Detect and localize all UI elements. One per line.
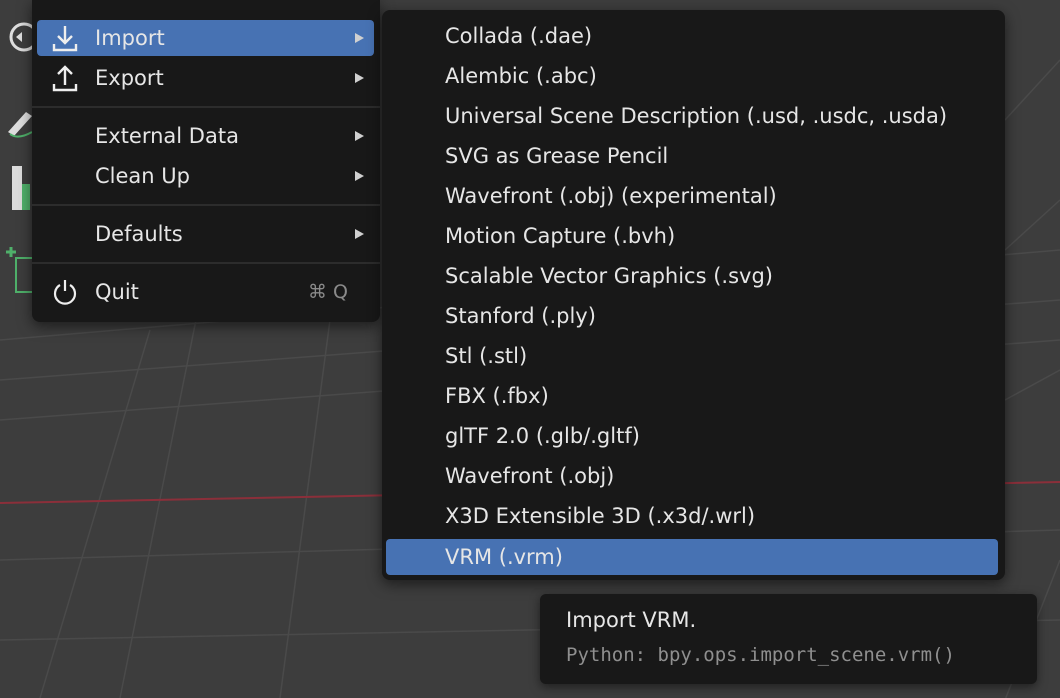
menu-item-export[interactable]: Export — [37, 60, 374, 96]
import-item-label: Universal Scene Description (.usd, .usdc… — [445, 104, 948, 128]
menu-item-external-data[interactable]: External Data — [37, 118, 374, 154]
export-icon — [51, 64, 79, 92]
file-menu: Import Export External Data Clean Up Def… — [32, 0, 380, 322]
import-item-label: glTF 2.0 (.glb/.gltf) — [445, 424, 640, 448]
import-item-fbx[interactable]: FBX (.fbx) — [386, 378, 998, 414]
menu-item-label: External Data — [95, 124, 239, 148]
import-item-label: SVG as Grease Pencil — [445, 144, 669, 168]
import-item-label: Stl (.stl) — [445, 344, 528, 368]
import-item-label: Alembic (.abc) — [445, 64, 597, 88]
menu-item-label: Import — [95, 26, 165, 50]
menu-item-label: Defaults — [95, 222, 183, 246]
menu-separator — [32, 262, 380, 264]
menu-item-label: Clean Up — [95, 164, 190, 188]
import-item-svg[interactable]: Scalable Vector Graphics (.svg) — [386, 258, 998, 294]
import-submenu: Collada (.dae) Alembic (.abc) Universal … — [382, 10, 1005, 580]
import-item-label: Wavefront (.obj) — [445, 464, 615, 488]
submenu-arrow-icon — [355, 33, 364, 43]
import-item-wavefront-experimental[interactable]: Wavefront (.obj) (experimental) — [386, 178, 998, 214]
shortcut-label: ⌘ Q — [308, 281, 348, 303]
import-item-label: Stanford (.ply) — [445, 304, 596, 328]
measure-tool-icon[interactable] — [4, 164, 34, 210]
menu-item-import[interactable]: Import — [37, 20, 374, 56]
menu-item-label: Export — [95, 66, 164, 90]
menu-item-clean-up[interactable]: Clean Up — [37, 158, 374, 194]
import-item-vrm[interactable]: VRM (.vrm) — [386, 539, 998, 575]
import-item-label: Wavefront (.obj) (experimental) — [445, 184, 777, 208]
import-item-wavefront[interactable]: Wavefront (.obj) — [386, 458, 998, 494]
menu-separator — [32, 204, 380, 206]
move-tool-icon[interactable] — [4, 20, 39, 54]
import-item-usd[interactable]: Universal Scene Description (.usd, .usdc… — [386, 98, 998, 134]
import-item-label: Motion Capture (.bvh) — [445, 224, 676, 248]
import-item-alembic[interactable]: Alembic (.abc) — [386, 58, 998, 94]
annotate-tool-icon[interactable] — [4, 104, 34, 138]
menu-separator — [32, 106, 380, 108]
import-icon — [51, 24, 79, 52]
tooltip-python: Python: bpy.ops.import_scene.vrm() — [566, 644, 955, 666]
submenu-arrow-icon — [355, 171, 364, 181]
import-item-gltf[interactable]: glTF 2.0 (.glb/.gltf) — [386, 418, 998, 454]
menu-item-label: Quit — [95, 280, 139, 304]
tooltip-title: Import VRM. — [566, 608, 697, 632]
power-icon — [51, 278, 79, 306]
import-item-stl[interactable]: Stl (.stl) — [386, 338, 998, 374]
import-item-svg-grease-pencil[interactable]: SVG as Grease Pencil — [386, 138, 998, 174]
import-item-label: Scalable Vector Graphics (.svg) — [445, 264, 773, 288]
import-item-bvh[interactable]: Motion Capture (.bvh) — [386, 218, 998, 254]
import-item-ply[interactable]: Stanford (.ply) — [386, 298, 998, 334]
tooltip: Import VRM. Python: bpy.ops.import_scene… — [540, 594, 1037, 684]
submenu-arrow-icon — [355, 131, 364, 141]
import-item-label: VRM (.vrm) — [445, 545, 563, 569]
import-item-label: Collada (.dae) — [445, 24, 593, 48]
menu-item-defaults[interactable]: Defaults — [37, 216, 374, 252]
import-item-label: FBX (.fbx) — [445, 384, 549, 408]
menu-item-quit[interactable]: Quit ⌘ Q — [37, 274, 374, 310]
submenu-arrow-icon — [355, 73, 364, 83]
add-cube-tool-icon[interactable] — [4, 244, 35, 293]
import-item-collada[interactable]: Collada (.dae) — [386, 18, 998, 54]
submenu-arrow-icon — [355, 229, 364, 239]
import-item-label: X3D Extensible 3D (.x3d/.wrl) — [445, 504, 756, 528]
import-item-x3d[interactable]: X3D Extensible 3D (.x3d/.wrl) — [386, 498, 998, 534]
